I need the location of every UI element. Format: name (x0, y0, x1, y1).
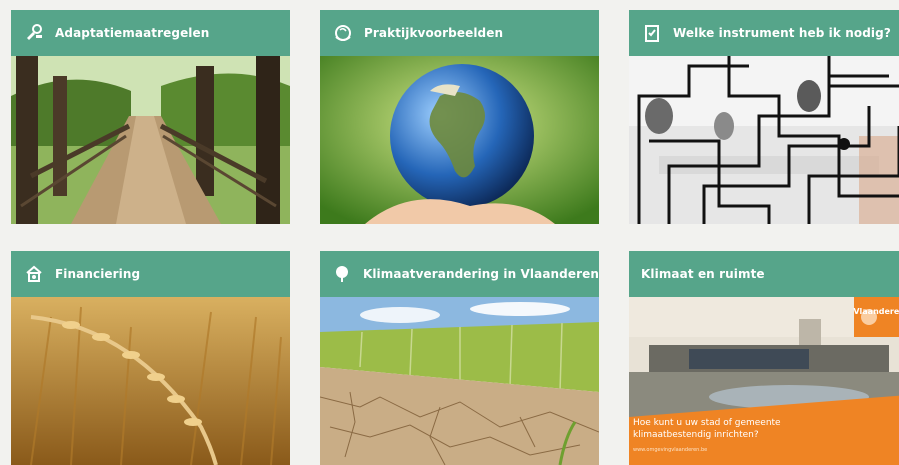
tile-header[interactable]: Welke instrument heb ik nodig? (629, 10, 899, 56)
tile-title[interactable]: Adaptatiemaatregelen (55, 26, 209, 40)
tile-adaptatiemaatregelen[interactable]: Adaptatiemaatregelen (11, 10, 290, 224)
globe-icon (332, 22, 354, 44)
drought-field-image[interactable] (320, 297, 599, 465)
money-icon (23, 263, 45, 285)
brochure-cover-image[interactable]: Vlaanderen Hoe kunt u uw stad of gemeent… (629, 297, 899, 465)
tile-title[interactable]: Klimaat en ruimte (641, 267, 765, 281)
tile-header[interactable]: Klimaatverandering in Vlaanderen (320, 251, 599, 297)
brochure-url: www.omgevingvlaanderen.be (633, 447, 708, 453)
tools-icon (23, 22, 45, 44)
tile-header[interactable]: Klimaat en ruimte (629, 251, 899, 297)
tile-title[interactable]: Welke instrument heb ik nodig? (673, 26, 891, 40)
tile-title[interactable]: Praktijkvoorbeelden (364, 26, 503, 40)
tile-header[interactable]: Adaptatiemaatregelen (11, 10, 290, 56)
tile-header[interactable]: Praktijkvoorbeelden (320, 10, 599, 56)
tile-header[interactable]: Financiering (11, 251, 290, 297)
tile-title[interactable]: Financiering (55, 267, 140, 281)
brochure-text: Hoe kunt u uw stad of gemeente klimaatbe… (633, 418, 781, 440)
tile-title[interactable]: Klimaatverandering in Vlaanderen (363, 267, 599, 281)
globe-image[interactable] (320, 56, 599, 224)
tile-financiering[interactable]: Financiering (11, 251, 290, 465)
wheat-image[interactable] (11, 297, 290, 465)
tile-klimaatverandering[interactable]: Klimaatverandering in Vlaanderen (320, 251, 599, 465)
tree-icon (332, 263, 353, 285)
arrows-office-image[interactable] (629, 56, 899, 224)
checklist-icon (641, 22, 663, 44)
brochure-brand: Vlaanderen (853, 307, 899, 316)
tile-welke-instrument[interactable]: Welke instrument heb ik nodig? (629, 10, 899, 224)
tile-klimaat-en-ruimte[interactable]: Klimaat en ruimte Vlaanderen Hoe kunt u … (629, 251, 899, 465)
tile-praktijkvoorbeelden[interactable]: Praktijkvoorbeelden (320, 10, 599, 224)
boardwalk-image[interactable] (11, 56, 290, 224)
